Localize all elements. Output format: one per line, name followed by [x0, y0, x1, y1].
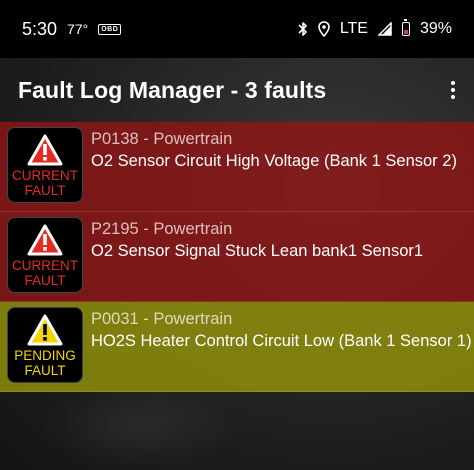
more-dot	[451, 88, 455, 92]
fault-code: P0138 - Powertrain	[91, 130, 233, 148]
badge-text: CURRENT FAULT	[12, 258, 78, 288]
status-right: LTE 39%	[298, 19, 452, 38]
more-dot	[451, 81, 455, 85]
current-fault-badge: CURRENT FAULT	[7, 127, 83, 203]
battery-percent: 39%	[419, 20, 452, 37]
status-bar: 5:30 77° OBD LTE 39%	[0, 0, 474, 58]
fault-text: P0138 - Powertrain O2 Sensor Circuit Hig…	[91, 128, 457, 172]
fault-code: P0031 - Powertrain	[91, 310, 233, 328]
fault-code: P2195 - Powertrain	[91, 220, 233, 238]
more-dot	[451, 95, 455, 99]
more-options-icon[interactable]	[450, 81, 456, 99]
fault-row[interactable]: CURRENT FAULT P2195 - Powertrain O2 Sens…	[0, 212, 474, 302]
network-type: LTE	[339, 20, 368, 37]
badge-text: PENDING FAULT	[14, 348, 76, 378]
status-time: 5:30	[22, 18, 58, 39]
fault-description: O2 Sensor Circuit High Voltage (Bank 1 S…	[91, 152, 457, 170]
badge-line-2: FAULT	[24, 183, 66, 198]
fault-row[interactable]: PENDING FAULT P0031 - Powertrain HO2S He…	[0, 302, 474, 392]
warning-icon	[27, 314, 63, 346]
app-bar: Fault Log Manager - 3 faults	[0, 58, 474, 122]
app-title: Fault Log Manager - 3 faults	[18, 76, 327, 103]
fault-text: P0031 - Powertrain HO2S Heater Control C…	[91, 308, 472, 352]
status-left: 5:30 77° OBD	[22, 18, 122, 40]
badge-line-1: CURRENT	[12, 168, 78, 183]
fault-list: CURRENT FAULT P0138 - Powertrain O2 Sens…	[0, 122, 474, 392]
pending-fault-badge: PENDING FAULT	[7, 307, 83, 383]
warning-icon	[27, 224, 63, 256]
badge-text: CURRENT FAULT	[12, 168, 78, 198]
badge-line-1: PENDING	[14, 348, 76, 363]
obd-icon: OBD	[98, 23, 122, 35]
warning-icon	[27, 134, 63, 166]
badge-line-2: FAULT	[24, 273, 66, 288]
badge-line-2: FAULT	[24, 363, 66, 378]
fault-description: O2 Sensor Signal Stuck Lean bank1 Sensor…	[91, 242, 424, 260]
fault-text: P2195 - Powertrain O2 Sensor Signal Stuc…	[91, 218, 423, 262]
battery-icon	[401, 19, 410, 36]
badge-line-1: CURRENT	[12, 258, 78, 273]
fault-description: HO2S Heater Control Circuit Low (Bank 1 …	[91, 332, 472, 350]
background-smudge	[40, 380, 240, 470]
current-fault-badge: CURRENT FAULT	[7, 217, 83, 293]
fault-row[interactable]: CURRENT FAULT P0138 - Powertrain O2 Sens…	[0, 122, 474, 212]
status-temperature: 77°	[67, 21, 89, 37]
location-icon	[318, 21, 330, 37]
signal-icon	[377, 22, 392, 36]
bluetooth-icon	[298, 22, 307, 36]
